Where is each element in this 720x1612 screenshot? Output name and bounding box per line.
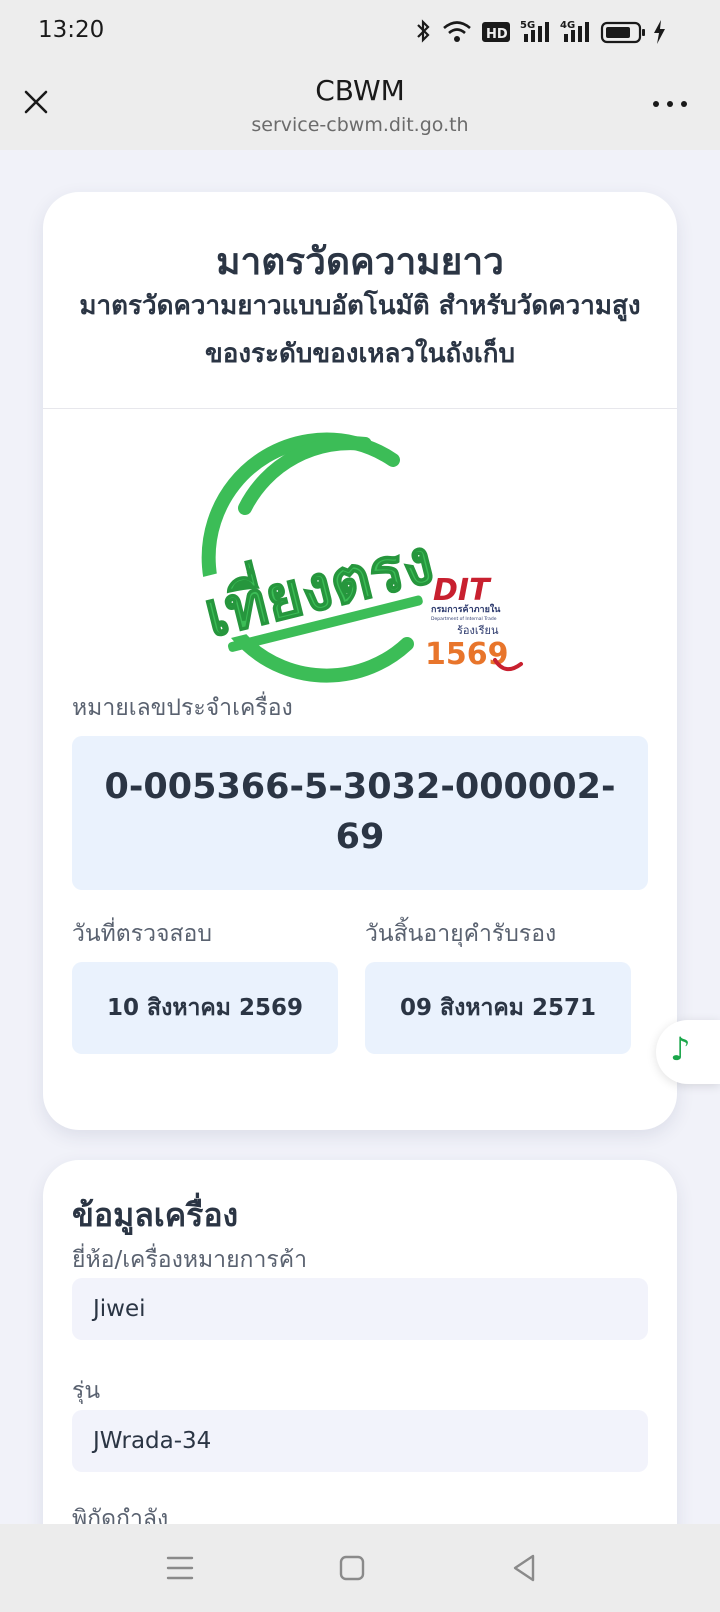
device-info-card: ข้อมูลเครื่อง ยี่ห้อ/เครื่องหมายการค้า J… [43, 1160, 677, 1524]
expiry-date-value: 09 สิงหาคม 2571 [365, 962, 631, 1054]
system-navigation-bar [0, 1524, 720, 1612]
more-options-icon[interactable] [650, 92, 690, 116]
expiry-date-label: วันสิ้นอายุคำรับรอง [365, 921, 557, 947]
dit-org-th: กรมการค้าภายใน [431, 603, 501, 615]
stamp-text: เที่ยงตรง [195, 517, 440, 651]
device-info-heading: ข้อมูลเครื่อง [72, 1196, 239, 1234]
divider [43, 408, 677, 409]
dit-org-en: Department of Internal Trade [431, 616, 497, 622]
capacity-label: พิกัดกำลัง [72, 1506, 169, 1524]
net1-label: 5G [520, 20, 535, 31]
inspect-date-value: 10 สิงหาคม 2569 [72, 962, 338, 1054]
music-note-icon: ♪ [670, 1030, 691, 1068]
brand-label: ยี่ห้อ/เครื่องหมายการค้า [72, 1247, 308, 1273]
serial-number-box: 0-005366-5-3032-000002-69 [72, 736, 648, 890]
browser-title: CBWM [315, 74, 405, 107]
dit-complaint: ร้องเรียน [457, 624, 499, 637]
bluetooth-icon [417, 19, 430, 43]
model-label: รุ่น [72, 1378, 101, 1404]
serial-number: 0-005366-5-3032-000002-69 [104, 767, 616, 857]
page-subtitle: มาตรวัดความยาวแบบอัตโนมัติ สำหรับวัดความ… [79, 291, 641, 369]
5g-signal-icon: 5G [520, 20, 549, 42]
status-bar: 13:20 HD 5G 4G [0, 0, 720, 62]
model-field: JWrada-34 [72, 1410, 648, 1472]
certification-card: มาตรวัดความยาว มาตรวัดความยาวแบบอัตโนมัต… [43, 192, 677, 1130]
charging-icon [654, 20, 665, 44]
status-icons: HD 5G 4G [417, 19, 665, 44]
status-time: 13:20 [38, 17, 105, 43]
wifi-icon [443, 21, 471, 42]
inspect-date-label: วันที่ตรวจสอบ [72, 921, 212, 947]
menu-icon[interactable] [162, 1550, 198, 1586]
close-icon[interactable] [18, 84, 54, 120]
brand-field: Jiwei [72, 1278, 648, 1340]
hd-label: HD [486, 27, 508, 42]
home-icon[interactable] [334, 1550, 370, 1586]
dit-logo-icon: DIT กรมการค้าภายใน Department of Interna… [425, 573, 523, 672]
browser-toolbar: CBWM service-cbwm.dit.go.th [0, 62, 720, 150]
back-icon[interactable] [506, 1550, 542, 1586]
serial-label: หมายเลขประจำเครื่อง [72, 695, 293, 721]
dit-brand: DIT [433, 573, 492, 608]
floating-music-button[interactable]: ♪ [656, 1020, 720, 1084]
net2-label: 4G [560, 20, 575, 31]
browser-url: service-cbwm.dit.go.th [251, 114, 469, 136]
4g-signal-icon: 4G [560, 20, 589, 42]
verified-stamp: เที่ยงตรง DIT กรมการค้าภายใน Department … [192, 432, 523, 683]
dit-hotline: 1569 [425, 637, 509, 672]
page-content: มาตรวัดความยาว มาตรวัดความยาวแบบอัตโนมัต… [0, 150, 720, 1524]
hd-icon: HD [482, 22, 510, 42]
battery-icon [600, 21, 645, 44]
